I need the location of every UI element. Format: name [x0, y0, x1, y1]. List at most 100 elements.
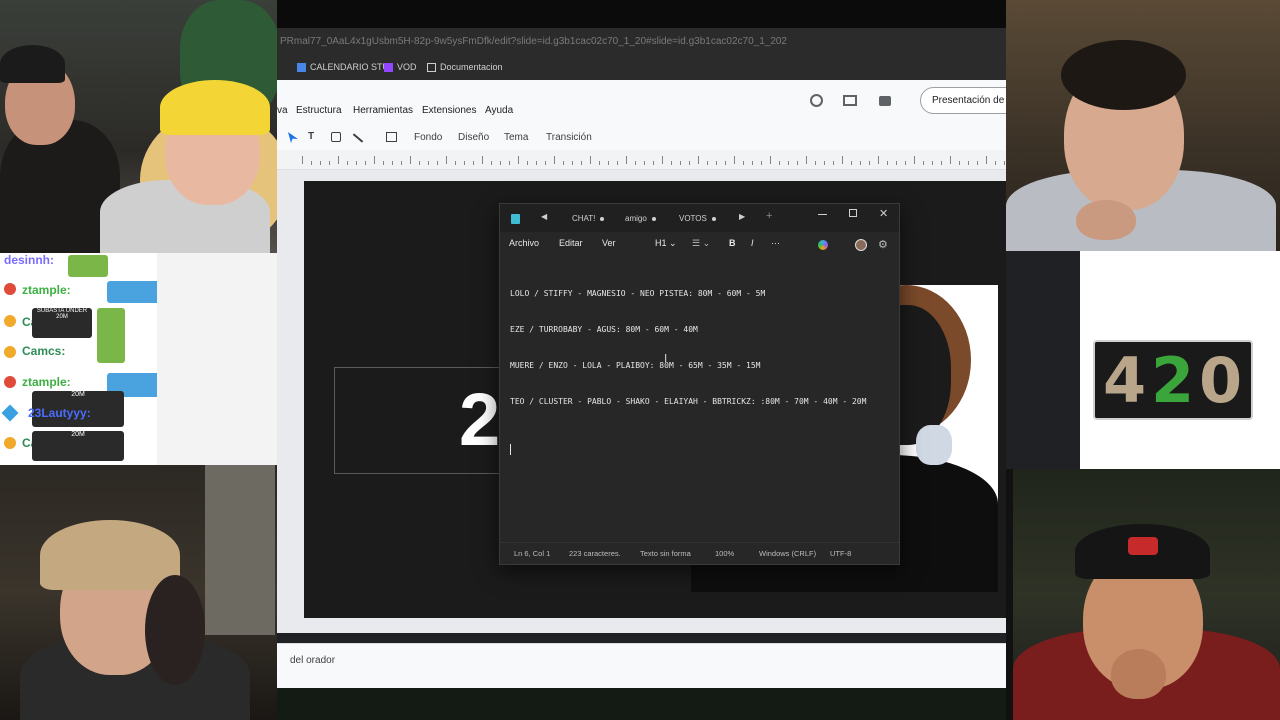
- list-icon[interactable]: ☰ ⌄: [692, 238, 710, 249]
- shape-icon[interactable]: [331, 132, 341, 142]
- chat-username: ztample:: [22, 283, 71, 297]
- minimize-icon[interactable]: [818, 214, 827, 215]
- status-zoom[interactable]: 100%: [715, 549, 734, 558]
- tab-chat[interactable]: CHAT!: [572, 214, 605, 223]
- new-tab-icon[interactable]: +: [766, 210, 772, 222]
- ruler-tick: [923, 161, 924, 165]
- textbox-icon[interactable]: T: [308, 131, 314, 142]
- folder-icon: [427, 63, 436, 72]
- menu-archivo[interactable]: Archivo: [509, 238, 539, 248]
- bold-icon[interactable]: B: [729, 238, 736, 248]
- text-line: MUERE / ENZO - LOLA - PLAIBOY: 80M - 65M…: [510, 361, 761, 370]
- notepad-window[interactable]: ◀ CHAT! amigo VOTOS ▶ + ✕ Archivo Editar…: [499, 203, 900, 565]
- text-line: TEO / CLUSTER - PABLO - SHAKO - ELAIYAH …: [510, 397, 867, 406]
- heading-select[interactable]: H1 ⌄: [655, 238, 677, 249]
- bookmark-vod[interactable]: VOD: [384, 55, 417, 80]
- menu-editar[interactable]: Editar: [559, 238, 583, 248]
- text-line: EZE / TURROBABY - AGUS: 80M - 60M - 40M: [510, 325, 698, 334]
- ruler-tick: [455, 161, 456, 165]
- italic-icon[interactable]: I: [751, 238, 754, 248]
- speaker-notes[interactable]: del orador: [277, 643, 1006, 688]
- chat-username: desinnh:: [4, 253, 54, 267]
- ruler-tick: [986, 156, 987, 164]
- status-line-ending[interactable]: Windows (CRLF): [759, 549, 816, 558]
- line-icon[interactable]: [352, 133, 364, 143]
- menu-herramientas[interactable]: Herramientas: [353, 105, 413, 116]
- toolbar-transicion[interactable]: Transición: [546, 132, 592, 143]
- ruler-tick: [779, 161, 780, 165]
- webcam-top-right: [1006, 0, 1280, 251]
- ruler-tick: [374, 156, 375, 164]
- ruler-tick: [356, 161, 357, 165]
- ruler-tick: [347, 161, 348, 165]
- ruler-tick: [644, 161, 645, 165]
- emote-block: 20M: [32, 431, 124, 461]
- emote-block: SUBASTA UNDER 20M: [32, 308, 92, 338]
- history-icon[interactable]: [810, 94, 823, 107]
- menu-ver[interactable]: Ver: [602, 238, 616, 248]
- ruler-tick: [662, 156, 663, 164]
- tab-scroll-left-icon[interactable]: ◀: [541, 212, 547, 221]
- bookmark-label: Documentacion: [440, 62, 503, 72]
- notepad-editor[interactable]: LOLO / STIFFY - MAGNESIO - NEO PISTEA: 8…: [510, 264, 890, 479]
- ruler-tick: [392, 161, 393, 165]
- emote-frog: [68, 255, 108, 277]
- ruler-tick: [509, 161, 510, 165]
- ruler-tick: [428, 161, 429, 165]
- ruler-tick: [707, 161, 708, 165]
- ruler-tick: [887, 161, 888, 165]
- ruler-tick: [968, 161, 969, 165]
- ruler-tick: [500, 161, 501, 165]
- ruler-tick: [437, 161, 438, 165]
- comment-icon[interactable]: [843, 95, 857, 106]
- ruler-tick: [995, 161, 996, 165]
- toolbar-fondo[interactable]: Fondo: [414, 132, 442, 143]
- more-icon[interactable]: ···: [771, 238, 780, 248]
- ruler-tick: [932, 161, 933, 165]
- bookmarks-bar: CALENDARIO STU VOD Documentacion: [277, 55, 1006, 80]
- emote-text: 20M: [56, 314, 68, 320]
- settings-gear-icon[interactable]: ⚙: [878, 238, 888, 251]
- menu-item[interactable]: va: [277, 105, 288, 116]
- chat-username: Camcs:: [22, 344, 66, 358]
- ruler-tick: [446, 156, 447, 164]
- ruler-tick: [590, 156, 591, 164]
- bookmark-documentacion[interactable]: Documentacion: [427, 55, 503, 80]
- bookmark-calendario[interactable]: CALENDARIO STU: [297, 55, 389, 80]
- tab-scroll-right-icon[interactable]: ▶: [739, 212, 745, 221]
- menu-ayuda[interactable]: Ayuda: [485, 105, 513, 116]
- toolbar-tema[interactable]: Tema: [504, 132, 528, 143]
- ruler-tick: [824, 161, 825, 165]
- select-cursor-icon[interactable]: [288, 132, 298, 143]
- notepad-titlebar: ◀ CHAT! amigo VOTOS ▶ + ✕: [500, 204, 899, 232]
- account-avatar[interactable]: [855, 239, 867, 251]
- ruler-tick: [572, 161, 573, 165]
- copilot-icon[interactable]: [818, 240, 828, 250]
- ruler-tick: [950, 156, 951, 164]
- close-icon[interactable]: ✕: [879, 207, 888, 220]
- text-line: LOLO / STIFFY - MAGNESIO - NEO PISTEA: 8…: [510, 289, 766, 298]
- badge-icon: [4, 437, 16, 449]
- status-encoding[interactable]: UTF-8: [830, 549, 851, 558]
- ruler-tick: [536, 161, 537, 165]
- ruler-tick: [959, 161, 960, 165]
- ruler-tick: [797, 161, 798, 165]
- speaker-notes-label: del orador: [290, 655, 336, 666]
- menu-extensiones[interactable]: Extensiones: [422, 105, 476, 116]
- tab-votos[interactable]: VOTOS: [679, 214, 716, 223]
- slideshow-button[interactable]: Presentación de: [920, 87, 1006, 114]
- emote-text: 20M: [71, 391, 85, 398]
- text-cursor: [510, 444, 511, 455]
- video-call-icon[interactable]: [879, 96, 891, 106]
- address-bar[interactable]: PRmal77_0AaL4x1gUsbm5H-82p-9w5ysFmDfk/ed…: [277, 28, 1006, 55]
- tab-amigo[interactable]: amigo: [625, 214, 656, 223]
- menu-estructura[interactable]: Estructura: [296, 105, 342, 116]
- ruler-tick: [599, 161, 600, 165]
- ruler-tick: [329, 161, 330, 165]
- maximize-icon[interactable]: [849, 209, 857, 217]
- webcam-bottom-left: [0, 465, 290, 720]
- ruler-tick: [941, 161, 942, 165]
- bookmark-label: VOD: [397, 62, 417, 72]
- toolbar-diseno[interactable]: Diseño: [458, 132, 489, 143]
- comment-add-icon[interactable]: [386, 132, 397, 142]
